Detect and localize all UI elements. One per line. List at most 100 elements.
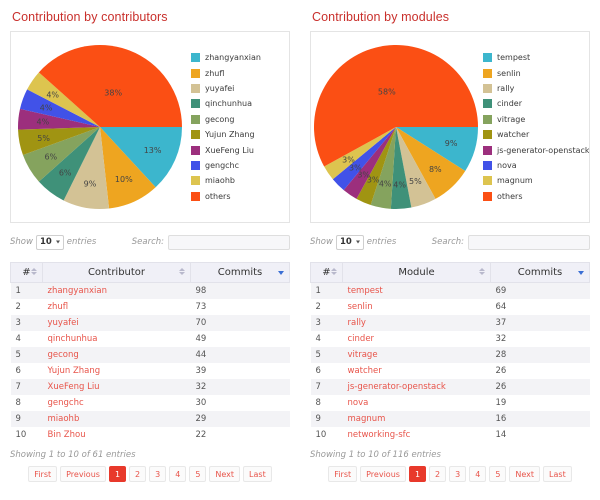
cell-index: 8 — [15, 398, 21, 408]
cell-name: miaohb — [43, 411, 191, 427]
pie-slice-label: 6% — [59, 169, 72, 178]
legend-swatch-icon — [483, 53, 492, 63]
legend-item[interactable]: Yujun Zhang — [191, 127, 287, 142]
name-link[interactable]: gecong — [48, 350, 79, 360]
cell-name: cinder — [343, 331, 491, 347]
search-label: Search: — [431, 237, 464, 247]
search-input-modules[interactable] — [468, 234, 590, 250]
legend-item[interactable]: rally — [483, 81, 589, 96]
page-length-select-contributors[interactable]: 10 — [35, 234, 64, 250]
legend-item[interactable]: magnum — [483, 173, 589, 188]
name-link[interactable]: rally — [348, 318, 366, 328]
legend-item[interactable]: senlin — [483, 65, 589, 80]
legend-label: others — [497, 191, 523, 201]
name-link[interactable]: qinchunhua — [48, 334, 98, 344]
pagination-page-1[interactable]: 1 — [408, 466, 427, 482]
pagination-last[interactable]: Last — [243, 466, 272, 482]
legend-item[interactable]: watcher — [483, 127, 589, 142]
pagination-page-1[interactable]: 1 — [108, 466, 127, 482]
legend-item[interactable]: vitrage — [483, 112, 589, 127]
legend-item[interactable]: tempest — [483, 50, 589, 65]
legend-label: gengchc — [205, 160, 240, 170]
name-link[interactable]: yuyafei — [48, 318, 79, 328]
legend-item[interactable]: nova — [483, 158, 589, 173]
pagination-previous[interactable]: Previous — [360, 466, 406, 482]
name-link[interactable]: Yujun Zhang — [48, 366, 101, 376]
column-header-index[interactable]: # — [310, 262, 343, 283]
legend-item[interactable]: yuyafei — [191, 81, 287, 96]
pagination-page-4[interactable]: 4 — [469, 466, 487, 482]
cell-index: 6 — [15, 366, 21, 376]
pagination-page-3[interactable]: 3 — [449, 466, 467, 482]
legend-item[interactable]: qinchunhua — [191, 96, 287, 111]
cell-commits: 22 — [195, 430, 207, 440]
legend-item[interactable]: others — [483, 189, 589, 204]
pagination-page-4[interactable]: 4 — [169, 466, 187, 482]
pagination-next[interactable]: Next — [209, 466, 241, 482]
pagination-page-3[interactable]: 3 — [149, 466, 167, 482]
legend-item[interactable]: gengchc — [191, 158, 287, 173]
name-link[interactable]: Bin Zhou — [48, 430, 86, 440]
cell-name: Bin Zhou — [43, 427, 191, 443]
cell-commits: 32 — [495, 334, 507, 344]
sort-both-icon — [178, 267, 185, 278]
cell-index: 9 — [15, 414, 21, 424]
datatable-controls-modules: Show 10 entries Search: — [310, 232, 590, 252]
cell-commits: 19 — [495, 398, 507, 408]
name-link[interactable]: senlin — [348, 302, 373, 312]
name-link[interactable]: js-generator-openstack — [348, 382, 446, 392]
pagination-page-5[interactable]: 5 — [489, 466, 507, 482]
column-header-module[interactable]: Module — [342, 262, 491, 283]
name-link[interactable]: nova — [348, 398, 369, 408]
legend-item[interactable]: others — [191, 189, 287, 204]
name-link[interactable]: magnum — [348, 414, 386, 424]
column-header-commits[interactable]: Commits — [490, 262, 590, 283]
pagination-page-2[interactable]: 2 — [429, 466, 447, 482]
pagination-previous[interactable]: Previous — [60, 466, 106, 482]
cell-index: 5 — [15, 350, 21, 360]
cell-commits: 37 — [495, 318, 507, 328]
pagination-first[interactable]: First — [28, 466, 58, 482]
column-label: Commits — [217, 267, 263, 278]
legend-item[interactable]: XueFeng Liu — [191, 142, 287, 157]
column-header-commits[interactable]: Commits — [190, 262, 290, 283]
name-link[interactable]: tempest — [348, 286, 383, 296]
column-label: Commits — [517, 267, 563, 278]
legend-item[interactable]: zhufl — [191, 65, 287, 80]
legend-swatch-icon — [483, 160, 492, 170]
search-input-contributors[interactable] — [168, 234, 290, 250]
pagination-next[interactable]: Next — [509, 466, 541, 482]
name-link[interactable]: watcher — [348, 366, 382, 376]
legend-item[interactable]: js-generator-openstack — [483, 142, 589, 157]
name-link[interactable]: vitrage — [348, 350, 378, 360]
cell-commits: 32 — [195, 382, 207, 392]
table-row: 10 networking-sfc 14 — [310, 427, 590, 443]
name-link[interactable]: zhangyanxian — [48, 286, 107, 296]
column-header-index[interactable]: # — [10, 262, 43, 283]
name-link[interactable]: networking-sfc — [348, 430, 411, 440]
legend-swatch-icon — [191, 160, 200, 170]
name-link[interactable]: gengchc — [48, 398, 84, 408]
pagination-page-2[interactable]: 2 — [129, 466, 147, 482]
legend-item[interactable]: miaohb — [191, 173, 287, 188]
name-link[interactable]: cinder — [348, 334, 375, 344]
search-control-modules: Search: — [431, 234, 590, 250]
legend-item[interactable]: gecong — [191, 112, 287, 127]
legend-item[interactable]: cinder — [483, 96, 589, 111]
name-link[interactable]: zhufl — [48, 302, 69, 312]
cell-index: 5 — [315, 350, 321, 360]
cell-commits: 64 — [495, 302, 507, 312]
cell-name: gecong — [43, 347, 191, 363]
pagination-page-5[interactable]: 5 — [189, 466, 207, 482]
pie-slice-label: 6% — [44, 153, 57, 162]
name-link[interactable]: miaohb — [48, 414, 80, 424]
legend-swatch-icon — [483, 84, 492, 94]
column-header-contributor[interactable]: Contributor — [42, 262, 191, 283]
pie-slice-label: 4% — [393, 180, 406, 189]
name-link[interactable]: XueFeng Liu — [48, 382, 100, 392]
pie-chart-modules: 9% 8% 5% 4% 4% 3% 3% 3% 3% 58% — [311, 32, 481, 222]
page-length-select-modules[interactable]: 10 — [335, 234, 364, 250]
legend-item[interactable]: zhangyanxian — [191, 50, 287, 65]
pagination-first[interactable]: First — [328, 466, 358, 482]
pagination-last[interactable]: Last — [543, 466, 572, 482]
